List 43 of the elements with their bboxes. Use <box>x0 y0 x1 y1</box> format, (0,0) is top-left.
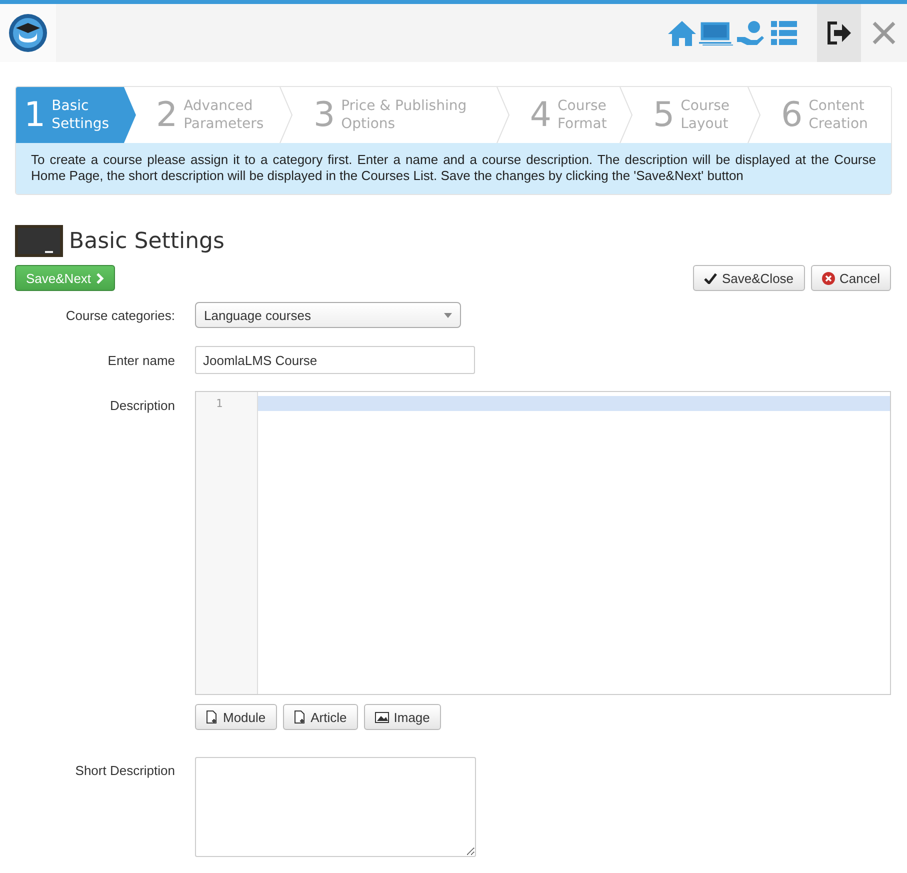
image-icon <box>374 712 389 722</box>
step-number: 2 <box>156 98 178 132</box>
chevron-right-icon <box>96 272 104 284</box>
caret-icon <box>444 312 452 318</box>
field-label: Description <box>108 397 175 413</box>
info-message: To create a course please assign it to a category first. Enter a name and a course description. The description will be displayed at the Course Home Page, the short description will be displayed in the Courses List. Save the changes by clicking the 'Save&Next' button <box>16 143 891 194</box>
insert-button[interactable]: Image <box>364 704 441 730</box>
step-label: Content Creation <box>808 97 868 133</box>
logo-icon[interactable] <box>8 13 48 53</box>
logout-icon[interactable] <box>825 20 853 46</box>
field-label: Enter name <box>106 352 175 368</box>
step-label: Price & Publishing Options <box>341 97 467 133</box>
name-input[interactable]: JoomlaLMS Course <box>195 346 475 374</box>
check-icon <box>704 272 717 284</box>
document-plus-icon <box>206 710 218 724</box>
save-next-button[interactable]: Save&Next <box>15 265 116 291</box>
cancel-icon <box>822 272 835 284</box>
cancel-button[interactable]: Cancel <box>810 265 891 291</box>
hand-coin-icon[interactable] <box>735 19 765 47</box>
step-label: Course Format <box>558 97 607 133</box>
insert-button[interactable]: Module <box>195 704 277 730</box>
step-number: 5 <box>652 98 675 132</box>
blackboard-icon <box>15 225 63 257</box>
step-label: Advanced Parameters <box>184 97 264 133</box>
category-select[interactable]: Language courses <box>195 302 461 328</box>
line-number: 1 <box>215 396 224 411</box>
field-label: Course categories: <box>64 308 175 322</box>
document-plus-icon <box>294 710 306 724</box>
step-number: 4 <box>530 98 552 132</box>
step-label: Basic Settings <box>52 97 110 133</box>
page-heading: Basic Settings <box>69 228 224 254</box>
step-number: 3 <box>313 98 336 132</box>
short-description-field[interactable] <box>195 757 476 857</box>
close-icon[interactable] <box>872 21 896 45</box>
home-icon[interactable] <box>667 19 697 47</box>
step-number: 1 <box>24 98 46 132</box>
save-close-button[interactable]: Save&Close <box>692 265 805 291</box>
step-number: 6 <box>781 98 803 132</box>
code-editor[interactable]: 1 <box>195 391 891 695</box>
field-label: Short Description <box>74 762 175 778</box>
insert-button[interactable]: Article <box>282 704 358 730</box>
step-label: Course Layout <box>680 97 730 133</box>
list-icon[interactable] <box>769 19 799 47</box>
